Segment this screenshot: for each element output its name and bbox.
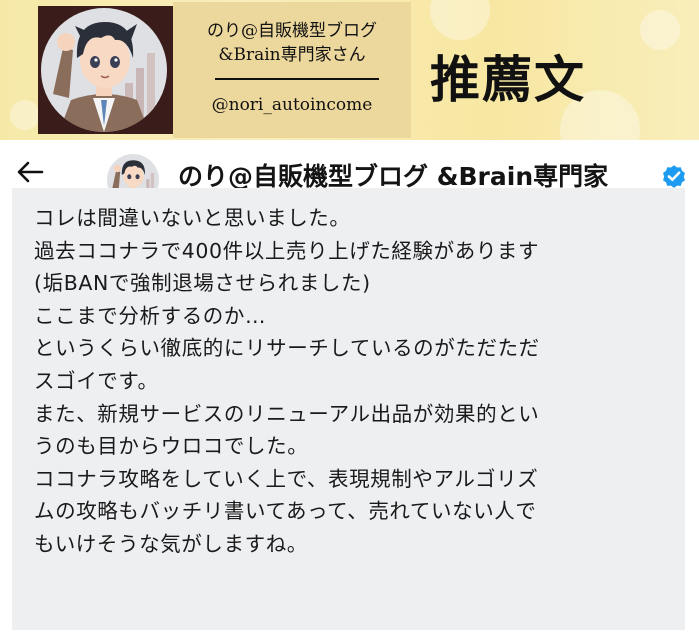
tweet-line: (垢BANで強制退場させられました) bbox=[34, 271, 371, 296]
tweet-line: ココナラ攻略をしていく上で、表現規制やアルゴリズ bbox=[34, 466, 539, 491]
recommendation-banner: のり@自販機型ブログ &Brain専門家さん @nori_autoincome … bbox=[0, 0, 699, 140]
tweet-line: また、新規サービスのリニューアル出品が効果的とい bbox=[34, 401, 540, 426]
back-arrow-icon[interactable] bbox=[16, 160, 44, 184]
author-handle: @nori_autoincome bbox=[211, 95, 373, 115]
tweet-line: ここまで分析するのか… bbox=[34, 303, 267, 328]
tweet-text: コレは間違いないと思いました。 過去ココナラで400件以上売り上げた経験がありま… bbox=[34, 202, 674, 561]
tweet-line: ムの攻略もバッチリ書いてあって、売れていない人で bbox=[34, 499, 537, 524]
verified-badge-icon bbox=[660, 162, 688, 190]
author-name-line2: &Brain専門家さん bbox=[218, 45, 366, 65]
tweet-line: うのも目からウロコでした。 bbox=[34, 434, 309, 459]
tweet-body: コレは間違いないと思いました。 過去ココナラで400件以上売り上げた経験がありま… bbox=[12, 188, 685, 630]
divider bbox=[215, 78, 379, 80]
author-name-line1: のり@自販機型ブログ bbox=[207, 21, 377, 41]
page-title: 推薦文 bbox=[430, 50, 586, 109]
banner-avatar bbox=[38, 6, 173, 134]
tweet-line: コレは間違いないと思いました。 bbox=[34, 206, 351, 230]
tweet-line: 過去ココナラで400件以上売り上げた経験があります bbox=[34, 238, 540, 263]
tweet-line: スゴイです。 bbox=[34, 368, 159, 393]
tweet-line: もいけそうな気がしますね。 bbox=[34, 531, 308, 556]
tweet-line: というくらい徹底的にリサーチしているのがただただ bbox=[34, 336, 540, 361]
name-card: のり@自販機型ブログ &Brain専門家さん @nori_autoincome bbox=[173, 2, 411, 138]
